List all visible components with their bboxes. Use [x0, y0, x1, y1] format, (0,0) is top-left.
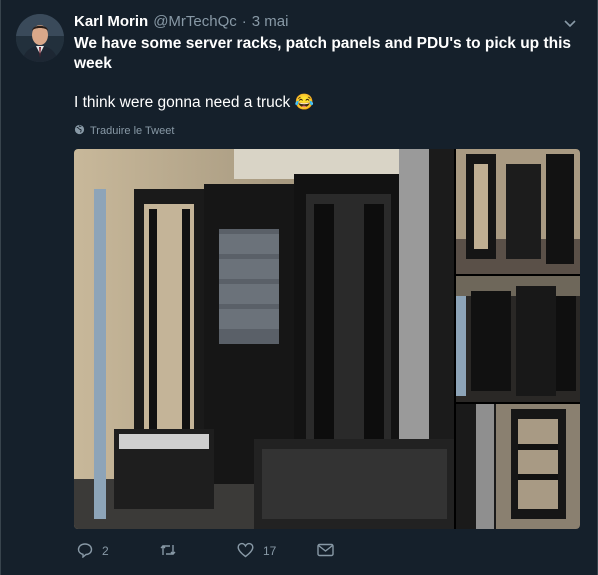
- photo-main-server-racks[interactable]: [74, 149, 454, 529]
- photo-side-1[interactable]: [456, 149, 580, 274]
- tweet-text: We have some server racks, patch panels …: [74, 34, 574, 113]
- avatar[interactable]: [16, 14, 64, 62]
- photo-side-3[interactable]: [456, 404, 580, 529]
- author-handle[interactable]: @MrTechQc: [153, 13, 237, 30]
- media-grid: [74, 149, 580, 529]
- translate-tweet-link[interactable]: Traduire le Tweet: [74, 124, 174, 138]
- tweet-date[interactable]: 3 mai: [252, 13, 289, 30]
- laughing-emoji-icon: 😂: [294, 94, 314, 111]
- tweet-line-1: We have some server racks, patch panels …: [74, 35, 571, 72]
- tweet-header: Karl Morin @MrTechQc · 3 mai: [74, 13, 577, 35]
- reply-count: 2: [102, 544, 109, 558]
- separator-dot: ·: [241, 13, 247, 30]
- tweet-line-2: I think were gonna need a truck 😂: [74, 93, 574, 113]
- direct-message-button[interactable]: [317, 543, 334, 560]
- retweet-icon: [159, 542, 177, 561]
- retweet-button[interactable]: [159, 542, 186, 561]
- author-name[interactable]: Karl Morin: [74, 13, 148, 30]
- reply-icon: [77, 542, 93, 561]
- action-bar: 2 17: [74, 540, 494, 562]
- tweet-card[interactable]: Karl Morin @MrTechQc · 3 mai We have som…: [0, 0, 598, 575]
- reply-button[interactable]: 2: [77, 542, 109, 561]
- chevron-down-icon[interactable]: [563, 16, 577, 30]
- tweet-line-2-text: I think were gonna need a truck: [74, 94, 291, 111]
- translate-label: Traduire le Tweet: [90, 125, 175, 137]
- like-icon: [237, 542, 254, 561]
- globe-icon: [74, 124, 85, 138]
- photo-side-2[interactable]: [456, 276, 580, 402]
- message-icon: [317, 543, 334, 560]
- like-button[interactable]: 17: [237, 542, 276, 561]
- like-count: 17: [263, 544, 277, 558]
